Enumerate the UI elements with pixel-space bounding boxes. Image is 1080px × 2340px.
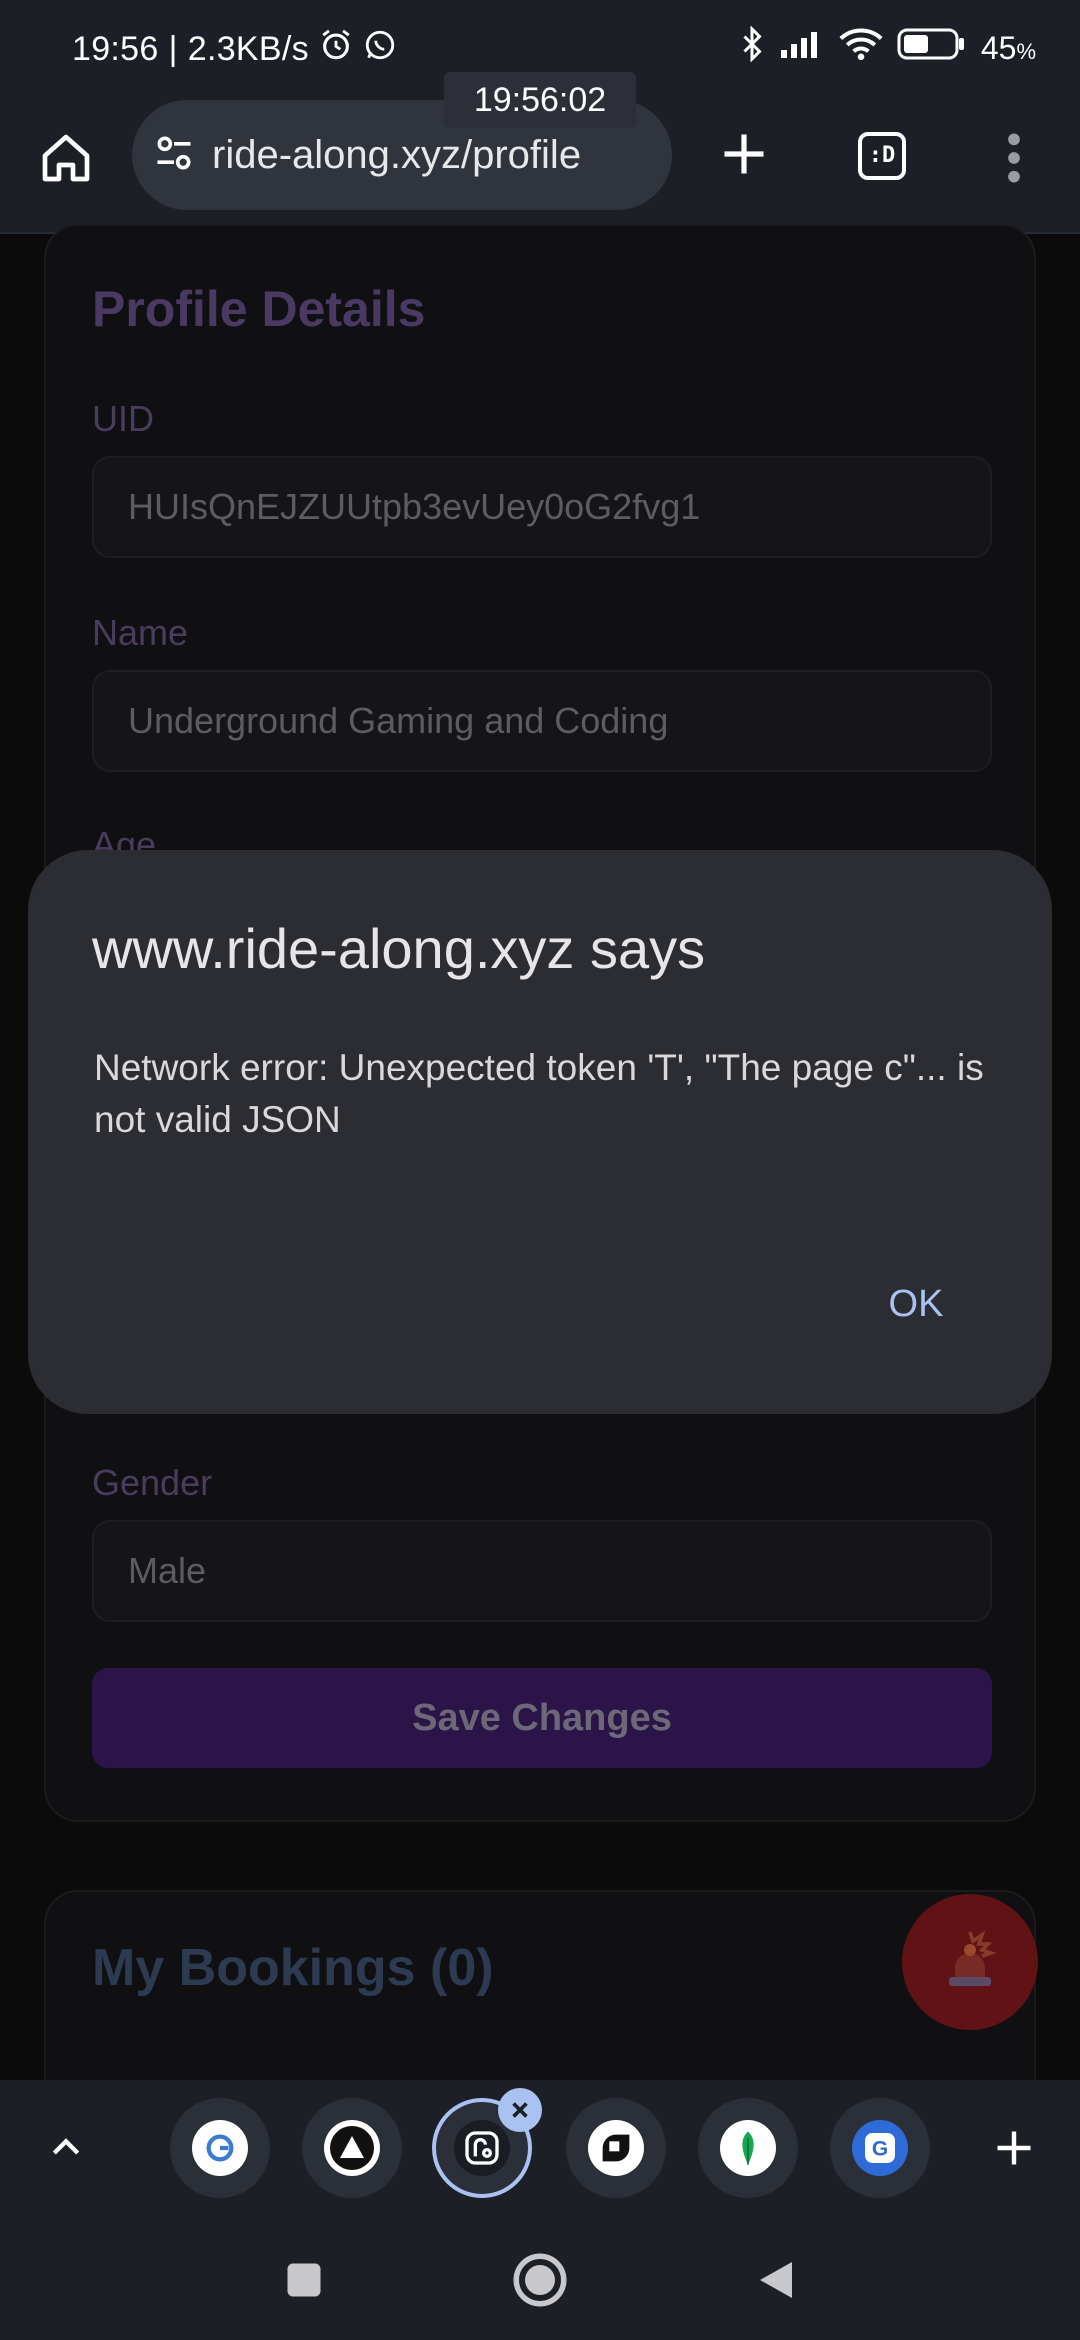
- sos-button[interactable]: [902, 1894, 1038, 2030]
- tab-item-5[interactable]: [698, 2098, 798, 2198]
- battery-percent: 45%: [980, 29, 1036, 66]
- triangle-back-icon: [760, 2262, 792, 2298]
- back-button[interactable]: [736, 2240, 816, 2320]
- expand-tabs-button[interactable]: [30, 2112, 102, 2184]
- close-icon: [512, 2102, 528, 2118]
- browser-menu-button[interactable]: [992, 118, 1036, 198]
- status-separator: |: [168, 30, 178, 68]
- tab-item-2[interactable]: [302, 2098, 402, 2198]
- dialog-message: Network error: Unexpected token 'T', "Th…: [94, 1047, 984, 1140]
- home-button[interactable]: [30, 122, 102, 194]
- home-nav-button[interactable]: [500, 2240, 580, 2320]
- whatsapp-icon: [363, 28, 397, 71]
- close-tab-button[interactable]: [498, 2088, 542, 2132]
- status-net-speed: 2.3KB/s: [187, 30, 309, 68]
- system-nav-bar: [0, 2210, 1080, 2340]
- g-logo-icon: G: [852, 2120, 908, 2176]
- dialog-title: www.ride-along.xyz says: [92, 917, 706, 980]
- tab-switcher-label: :D: [858, 132, 906, 180]
- site-favicon-icon: [192, 2120, 248, 2176]
- recents-button[interactable]: [264, 2240, 344, 2320]
- bookings-title: My Bookings (0): [92, 1939, 494, 1997]
- site-settings-icon[interactable]: [152, 131, 196, 180]
- save-changes-button[interactable]: Save Changes: [92, 1668, 992, 1768]
- dialog-ok-button[interactable]: OK: [846, 1264, 986, 1344]
- chevron-up-icon: [52, 2138, 80, 2155]
- name-label: Name: [92, 612, 189, 653]
- triangle-logo-icon: [324, 2120, 380, 2176]
- add-tab-button[interactable]: [978, 2112, 1050, 2184]
- tab-strip: G: [0, 2080, 1080, 2210]
- bluetooth-icon: [739, 25, 765, 70]
- status-right: 45%: [739, 25, 1036, 70]
- gender-select[interactable]: Male: [92, 1520, 992, 1622]
- gender-label: Gender: [92, 1462, 213, 1503]
- plus-icon: [997, 2131, 1031, 2165]
- screen: 19:56 | 2.3KB/s 45% 19:56:02 ride-along.…: [0, 0, 1080, 2340]
- tab-item-1[interactable]: [170, 2098, 270, 2198]
- tab-switcher-button[interactable]: :D: [846, 120, 918, 192]
- svg-text:G: G: [872, 2138, 888, 2161]
- status-time: 19:56: [72, 30, 159, 68]
- profile-title: Profile Details: [92, 281, 426, 337]
- status-left: 19:56 | 2.3KB/s: [72, 28, 397, 71]
- url-text: ride-along.xyz/profile: [212, 132, 582, 177]
- uid-label: UID: [92, 398, 154, 439]
- mongodb-leaf-icon: [720, 2120, 776, 2176]
- square-icon: [287, 2263, 321, 2297]
- time-tooltip: 19:56:02: [444, 72, 636, 128]
- battery-icon: [897, 27, 967, 69]
- emergency-siren-icon: [949, 1930, 997, 1986]
- tab-item-4[interactable]: [566, 2098, 666, 2198]
- name-field[interactable]: Underground Gaming and Coding: [92, 670, 992, 772]
- wifi-icon: [839, 27, 883, 69]
- home-icon: [42, 134, 90, 182]
- new-tab-button[interactable]: [708, 118, 780, 190]
- alarm-icon: [319, 28, 353, 71]
- tab-item-6[interactable]: G: [830, 2098, 930, 2198]
- more-vert-icon: [1008, 133, 1020, 183]
- ride-along-favicon-icon: [454, 2120, 510, 2176]
- signal-icon: [779, 28, 825, 68]
- dev-favicon-icon: [588, 2120, 644, 2176]
- circle-icon: [513, 2253, 567, 2307]
- alert-dialog: www.ride-along.xyz says Network error: U…: [28, 850, 1052, 1414]
- plus-icon: [724, 134, 764, 174]
- uid-field[interactable]: HUIsQnEJZUUtpb3evUey0oG2fvg1: [92, 456, 992, 558]
